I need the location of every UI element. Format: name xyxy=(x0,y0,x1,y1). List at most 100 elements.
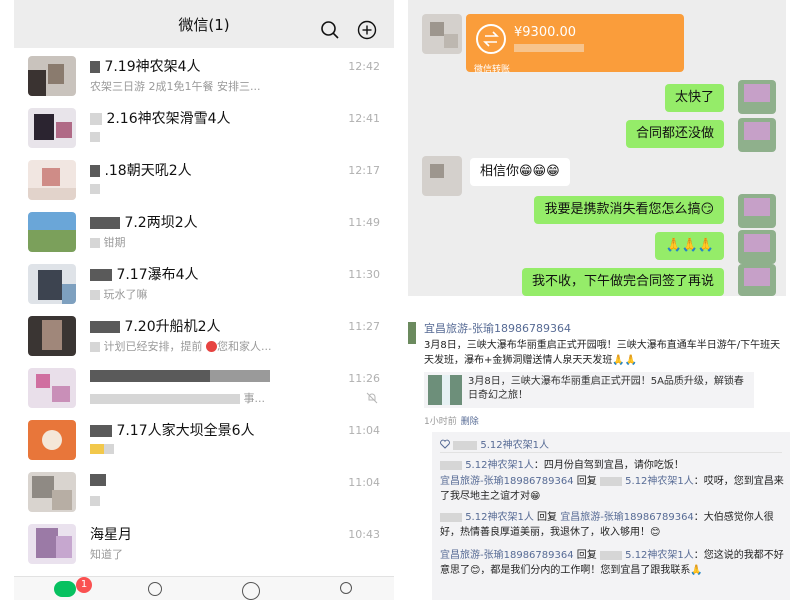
chat-name: 7.17瀑布4人 xyxy=(116,267,199,283)
chat-preview: 知道了 xyxy=(90,548,123,561)
comment-reply-to[interactable]: 宜昌旅游-张瑜18986789364 xyxy=(560,512,694,523)
post-text: 3月8日，三峡大瀑布华丽重启正式开园哦！三峡大瀑布直通车半日游午/下午班天天发班… xyxy=(424,340,781,366)
redacted-block xyxy=(440,512,462,522)
comment-user[interactable]: 5.12神农架1人 xyxy=(465,512,534,523)
message-bubble: 我要是携款消失看您怎么搞😏 xyxy=(534,196,724,224)
avatar xyxy=(422,156,462,196)
avatar xyxy=(28,108,76,148)
redacted-block xyxy=(90,132,100,142)
comment-area: 5.12神农架1人 5.12神农架1人：四月份自驾到宜昌，请你吃饭！ 宜昌旅游-… xyxy=(432,432,790,600)
chat-item[interactable]: 11:04 xyxy=(14,466,394,518)
me-tab-icon[interactable] xyxy=(340,582,352,594)
screenshot-root: 微信(1) 7.19神农架4人 农架三日游 2成1免1午餐 安排三... 12:… xyxy=(0,0,800,600)
redacted-block xyxy=(599,476,622,486)
chat-time: 11:27 xyxy=(348,320,380,333)
post-time: 1小时前 xyxy=(424,417,457,427)
chat-item[interactable]: 7.17人家大坝全景6人 11:04 xyxy=(14,414,394,466)
redacted-block xyxy=(90,474,106,486)
avatar xyxy=(28,56,76,96)
chat-time: 12:17 xyxy=(348,164,380,177)
message-bubble: 我不收，下午做完合同签了再说 xyxy=(521,268,724,296)
avatar xyxy=(28,316,76,356)
chat-name: 7.17人家大坝全景6人 xyxy=(116,423,255,439)
redacted-block xyxy=(90,238,100,248)
chat-preview: 农架三日游 2成1免1午餐 安排三... xyxy=(90,80,261,93)
avatar xyxy=(28,160,76,200)
avatar xyxy=(738,230,776,264)
divider xyxy=(440,452,782,453)
redacted-block xyxy=(440,460,462,470)
chat-name: 海星月 xyxy=(90,527,132,543)
chat-time: 12:41 xyxy=(348,112,380,125)
redacted-block xyxy=(90,290,100,300)
redacted-block xyxy=(90,370,210,382)
chat-item[interactable]: 7.17瀑布4人 玩水了嘛 11:30 xyxy=(14,258,394,310)
redacted-block xyxy=(90,217,120,229)
money-transfer-card[interactable]: ¥9300.00 微信转账 xyxy=(466,14,684,75)
avatar xyxy=(738,194,776,228)
discover-tab-icon[interactable] xyxy=(242,582,260,600)
comment-user[interactable]: 宜昌旅游-张瑜18986789364 xyxy=(440,476,574,487)
avatar xyxy=(28,368,76,408)
message-bubble: 🙏🙏🙏 xyxy=(655,232,724,260)
unread-badge: 1 xyxy=(76,577,92,593)
chat-time: 11:49 xyxy=(348,216,380,229)
chat-name: 7.19神农架4人 xyxy=(104,59,201,75)
chat-preview: 计划已经安排，提前 xyxy=(103,340,203,353)
comment-user[interactable]: 宜昌旅游-张瑜18986789364 xyxy=(440,550,574,561)
message-bubble: 太快了 xyxy=(664,84,724,112)
chats-tab-icon[interactable] xyxy=(54,581,76,597)
avatar xyxy=(28,264,76,304)
reply-word: 回复 xyxy=(576,550,597,561)
avatar xyxy=(738,264,776,296)
redacted-block xyxy=(104,444,114,454)
chat-time: 10:43 xyxy=(348,528,380,541)
chat-item[interactable]: 2.16神农架滑雪4人 12:41 xyxy=(14,102,394,154)
chat-name: 2.16神农架滑雪4人 xyxy=(106,111,231,127)
author-avatar xyxy=(408,322,416,344)
comment-reply-to[interactable]: 5.12神农架1人 xyxy=(625,476,694,487)
red-emoji-icon xyxy=(206,341,217,352)
chat-item[interactable]: .18朝天吼2人 12:17 xyxy=(14,154,394,206)
redacted-block xyxy=(210,370,270,382)
chat-item[interactable]: 海星月 知道了 10:43 xyxy=(14,518,394,570)
transfer-amount: ¥9300.00 xyxy=(514,25,577,40)
chat-time: 11:04 xyxy=(348,424,380,437)
redacted-block xyxy=(90,321,120,333)
chat-time: 12:42 xyxy=(348,60,380,73)
chat-item[interactable]: 事... 11:26 xyxy=(14,362,394,414)
chat-list-panel: 微信(1) 7.19神农架4人 农架三日游 2成1免1午餐 安排三... 12:… xyxy=(14,0,394,600)
transfer-icon xyxy=(476,24,506,54)
avatar xyxy=(28,472,76,512)
redacted-block xyxy=(90,496,100,506)
comment[interactable]: 5.12神农架1人 回复 宜昌旅游-张瑜18986789364：大伯感觉你人很好… xyxy=(440,510,786,540)
link-thumbnail xyxy=(428,375,462,405)
contacts-tab-icon[interactable] xyxy=(148,582,162,596)
reply-word: 回复 xyxy=(576,476,597,487)
avatar xyxy=(422,14,462,54)
chat-item[interactable]: 7.2两坝2人 钳期 11:49 xyxy=(14,206,394,258)
avatar xyxy=(738,80,776,114)
shared-link-card[interactable]: 3月8日，三峡大瀑布华丽重启正式开园！5A品质升级，解锁春日奇幻之旅！ xyxy=(424,372,754,408)
chat-name: 7.2两坝2人 xyxy=(124,215,198,231)
chat-name: 7.20升船机2人 xyxy=(124,319,221,335)
redacted-block xyxy=(90,165,100,177)
redacted-block xyxy=(90,444,104,454)
comment[interactable]: 宜昌旅游-张瑜18986789364 回复 5.12神农架1人：哎呀，您到宜昌来… xyxy=(440,474,786,504)
comment[interactable]: 宜昌旅游-张瑜18986789364 回复 5.12神农架1人：您这说的我都不好… xyxy=(440,548,786,578)
delete-button[interactable]: 删除 xyxy=(461,417,479,427)
redacted-block xyxy=(453,440,478,450)
chat-list-header: 微信(1) xyxy=(14,0,394,48)
post-author[interactable]: 宜昌旅游-张瑜18986789364 xyxy=(424,320,571,336)
comment-user[interactable]: 5.12神农架1人 xyxy=(465,460,534,471)
chat-item[interactable]: 7.20升船机2人 计划已经安排，提前 您和家人... 11:27 xyxy=(14,310,394,362)
chat-preview-tail: 您和家人... xyxy=(217,340,272,353)
add-circle-icon[interactable] xyxy=(357,20,377,40)
comment[interactable]: 5.12神农架1人：四月份自驾到宜昌，请你吃饭！ xyxy=(440,458,786,473)
chat-item[interactable]: 7.19神农架4人 农架三日游 2成1免1午餐 安排三... 12:42 xyxy=(14,50,394,102)
comment-reply-to[interactable]: 5.12神农架1人 xyxy=(625,550,694,561)
chat-time: 11:30 xyxy=(348,268,380,281)
avatar xyxy=(28,524,76,564)
likes-list[interactable]: 5.12神农架1人 xyxy=(480,440,549,451)
search-icon[interactable] xyxy=(320,20,340,40)
